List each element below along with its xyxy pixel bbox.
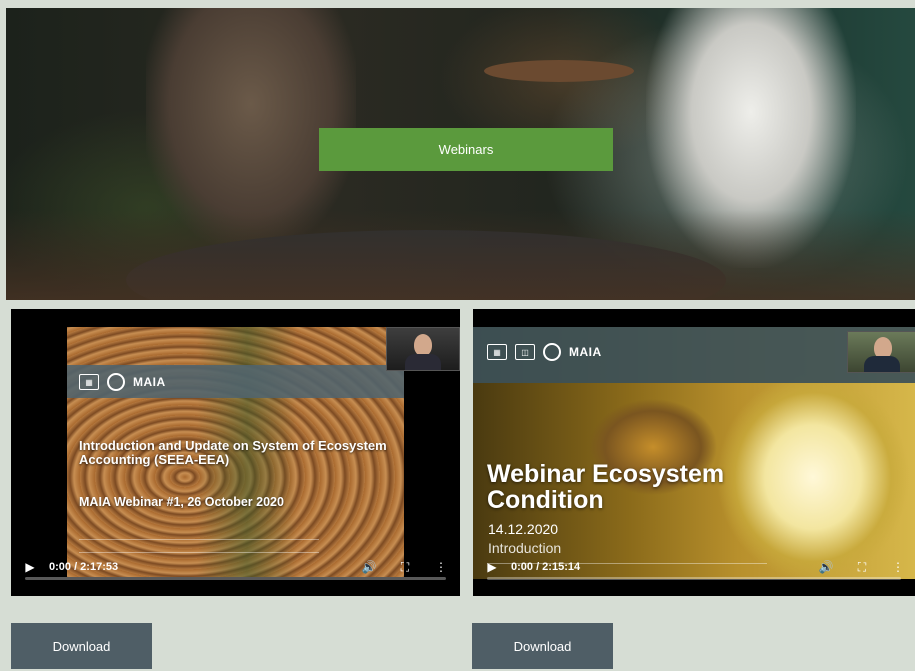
fullscreen-icon[interactable]: ⛶ [394,560,416,575]
webinars-button[interactable]: Webinars [319,128,613,171]
eu-logo-icon: ▦ [79,374,99,390]
more-options-icon[interactable]: ⋮ [430,560,452,574]
maia-logo-icon [107,373,125,391]
video-slide-1: ▦ MAIA Introduction and Update on System… [67,327,404,577]
video-time: 0:00 / 2:17:53 [49,561,119,573]
presenter-face [414,334,432,356]
video-progress-bar[interactable] [487,577,901,580]
volume-icon[interactable]: 🔊 [358,560,380,574]
fullscreen-icon[interactable]: ⛶ [851,560,873,575]
download-button-1[interactable]: Download [11,623,152,669]
maia-logo-icon [543,343,561,361]
video-time: 0:00 / 2:15:14 [511,561,581,573]
presenter-camera-2 [847,331,915,373]
hero-floor [6,210,915,300]
maia-logo-text: MAIA [569,345,602,359]
more-options-icon[interactable]: ⋮ [887,560,909,574]
hero-side-table [484,60,634,82]
volume-icon[interactable]: 🔊 [815,560,837,574]
slide-header-band: ▦ MAIA [67,365,404,398]
slide-date: 14.12.2020 [488,521,559,537]
maia-logo-text: MAIA [133,375,166,389]
slide-title: Webinar Ecosystem Condition [487,460,725,514]
video-player-1[interactable]: ▦ MAIA Introduction and Update on System… [11,309,460,596]
slide-logos: ▦ MAIA [79,373,166,391]
play-icon[interactable]: ▶ [481,560,503,574]
eea-logo-icon: ◫ [515,344,535,360]
eu-logo-icon: ▦ [487,344,507,360]
slide-logos: ▦ ◫ MAIA [487,343,602,361]
presenter-camera-1 [386,327,460,371]
video-player-2[interactable]: ▦ ◫ MAIA Webinar Ecosystem Condition 14.… [473,309,915,596]
play-icon[interactable]: ▶ [19,560,41,574]
video-progress-bar[interactable] [25,577,446,580]
slide-subtitle: MAIA Webinar #1, 26 October 2020 [79,495,284,509]
download-button-2[interactable]: Download [472,623,613,669]
slide-title: Introduction and Update on System of Eco… [79,438,387,467]
